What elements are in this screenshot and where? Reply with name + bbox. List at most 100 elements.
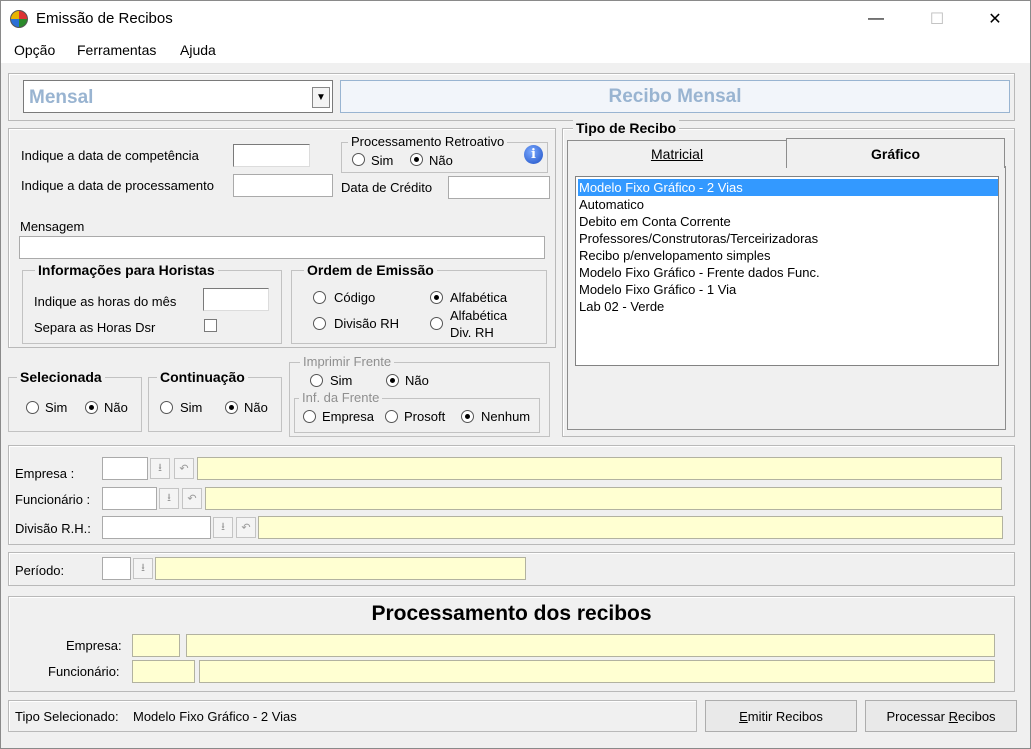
periodo-name-field [155, 557, 526, 580]
processar-label: Processar [886, 708, 949, 724]
processar-recibos-button[interactable]: Processar Recibos [865, 700, 1017, 732]
menu-ajuda[interactable]: Ajuda [180, 42, 216, 58]
list-item[interactable]: Debito em Conta Corrente [578, 213, 998, 230]
continuacao-nao-radio[interactable] [225, 401, 238, 414]
list-item[interactable]: Automatico [578, 196, 998, 213]
competencia-label: Indique a data de competência [21, 148, 199, 163]
tab-matricial-label: Matricial [650, 145, 704, 162]
emitir-accel: E [739, 708, 748, 724]
minimize-button[interactable]: — [853, 1, 899, 37]
ordem-divisao-label: Divisão RH [334, 316, 400, 331]
horistas-title: Informações para Horistas [35, 262, 218, 278]
list-item[interactable]: Modelo Fixo Gráfico - 1 Via [578, 281, 998, 298]
info-icon[interactable]: i [524, 145, 543, 164]
funcionario-filter-label: Funcionário : [15, 492, 91, 507]
undo-icon[interactable]: ↶ [174, 458, 194, 479]
imprimir-nao-radio[interactable] [386, 374, 399, 387]
undo-icon[interactable]: ↶ [236, 517, 256, 538]
divisao-filter-label: Divisão R.H.: [15, 521, 91, 536]
retroativo-sim-radio[interactable] [352, 153, 365, 166]
retroativo-nao-radio[interactable] [410, 153, 423, 166]
periodo-label: Período: [15, 563, 65, 578]
ordem-alfabetica-div-radio[interactable] [430, 317, 443, 330]
ordem-title: Ordem de Emissão [304, 262, 437, 278]
receipt-type-list[interactable]: Modelo Fixo Gráfico - 2 Vias Automatico … [575, 176, 999, 366]
ordem-alfabetica-radio[interactable] [430, 291, 443, 304]
processar-accel: R [948, 708, 958, 724]
retroativo-nao-label: Não [429, 153, 453, 168]
download-icon[interactable]: ⭳ [213, 517, 233, 538]
processing-funcionario-label: Funcionário: [48, 664, 120, 679]
empresa-code-input[interactable] [102, 457, 148, 480]
tab-grafico[interactable]: Gráfico [786, 138, 1005, 168]
mensagem-input[interactable] [19, 236, 545, 259]
undo-icon[interactable]: ↶ [182, 488, 202, 509]
ordem-divisao-radio[interactable] [313, 317, 326, 330]
selecionada-title: Selecionada [17, 369, 105, 385]
ordem-alfabetica-label: Alfabética [450, 290, 508, 305]
continuacao-sim-radio[interactable] [160, 401, 173, 414]
funcionario-code-input[interactable] [102, 487, 157, 510]
retroativo-title: Processamento Retroativo [348, 134, 508, 149]
imprimir-sim-radio[interactable] [310, 374, 323, 387]
download-icon[interactable]: ⭳ [159, 488, 179, 509]
processamento-label: Indique a data de processamento [21, 178, 214, 193]
list-item[interactable]: Lab 02 - Verde [578, 298, 998, 315]
period-select-value: Mensal [29, 87, 94, 108]
horas-dsr-checkbox[interactable] [204, 319, 217, 332]
continuacao-sim-label: Sim [180, 400, 203, 415]
download-icon[interactable]: ⭳ [133, 558, 153, 579]
periodo-code-input[interactable] [102, 557, 131, 580]
ordem-alfabetica-div-label: Alfabética [450, 308, 508, 323]
chevron-down-icon[interactable]: ▼ [312, 87, 330, 108]
imprimir-frente-title: Imprimir Frente [300, 354, 395, 369]
horas-mes-label: Indique as horas do mês [34, 294, 177, 309]
processamento-input[interactable] [233, 174, 333, 197]
inf-prosoft-radio[interactable] [385, 410, 398, 423]
list-item[interactable]: Modelo Fixo Gráfico - 2 Vias [578, 179, 998, 196]
ordem-codigo-label: Código [334, 290, 376, 305]
ordem-group: Ordem de Emissão [291, 262, 547, 344]
ordem-codigo-radio[interactable] [313, 291, 326, 304]
inf-frente-title: Inf. da Frente [299, 390, 383, 405]
inf-nenhum-radio[interactable] [461, 410, 474, 423]
tab-matricial[interactable]: Matricial [567, 140, 787, 166]
period-select[interactable]: Mensal ▼ [23, 80, 333, 113]
close-button[interactable]: ✕ [972, 1, 1018, 37]
tipo-recibo-title: Tipo de Recibo [573, 120, 680, 136]
app-logo-icon [10, 10, 28, 28]
selecionada-nao-radio[interactable] [85, 401, 98, 414]
data-credito-input[interactable] [448, 176, 550, 199]
horas-mes-input[interactable] [203, 288, 269, 311]
emitir-recibos-button[interactable]: Emitir Recibos [705, 700, 857, 732]
data-credito-label: Data de Crédito [341, 180, 433, 195]
competencia-input[interactable] [233, 144, 310, 167]
menu-opcao[interactable]: Opção [14, 42, 55, 58]
processing-title: Processamento dos recibos [371, 602, 652, 625]
selecionada-nao-label: Não [104, 400, 128, 415]
menu-ferramentas[interactable]: Ferramentas [77, 42, 156, 58]
download-icon[interactable]: ⭳ [150, 458, 170, 479]
inf-empresa-radio[interactable] [303, 410, 316, 423]
window-title: Emissão de Recibos [36, 10, 173, 27]
list-item[interactable]: Professores/Construtoras/Terceirizadoras [578, 230, 998, 247]
horas-dsr-label: Separa as Horas Dsr [34, 320, 156, 335]
list-item[interactable]: Recibo p/envelopamento simples [578, 247, 998, 264]
processing-funcionario-name [199, 660, 995, 683]
processing-funcionario-code [132, 660, 195, 683]
divisao-code-input[interactable] [102, 516, 211, 539]
selecionada-sim-radio[interactable] [26, 401, 39, 414]
receipt-title: Recibo Mensal [608, 85, 742, 107]
empresa-name-field [197, 457, 1002, 480]
tipo-selecionado-value: Modelo Fixo Gráfico - 2 Vias [133, 709, 297, 724]
tab-grafico-label: Gráfico [870, 145, 920, 162]
list-item[interactable]: Modelo Fixo Gráfico - Frente dados Func. [578, 264, 998, 281]
imprimir-sim-label: Sim [330, 373, 353, 388]
tipo-selecionado-label: Tipo Selecionado: [15, 709, 119, 724]
continuacao-title: Continuação [157, 369, 248, 385]
continuacao-nao-label: Não [244, 400, 268, 415]
mensagem-label: Mensagem [20, 219, 85, 234]
inf-nenhum-label: Nenhum [481, 409, 531, 424]
maximize-button[interactable]: ☐ [914, 1, 960, 37]
ordem-alfabetica-div-label-2: Div. RH [450, 325, 494, 340]
